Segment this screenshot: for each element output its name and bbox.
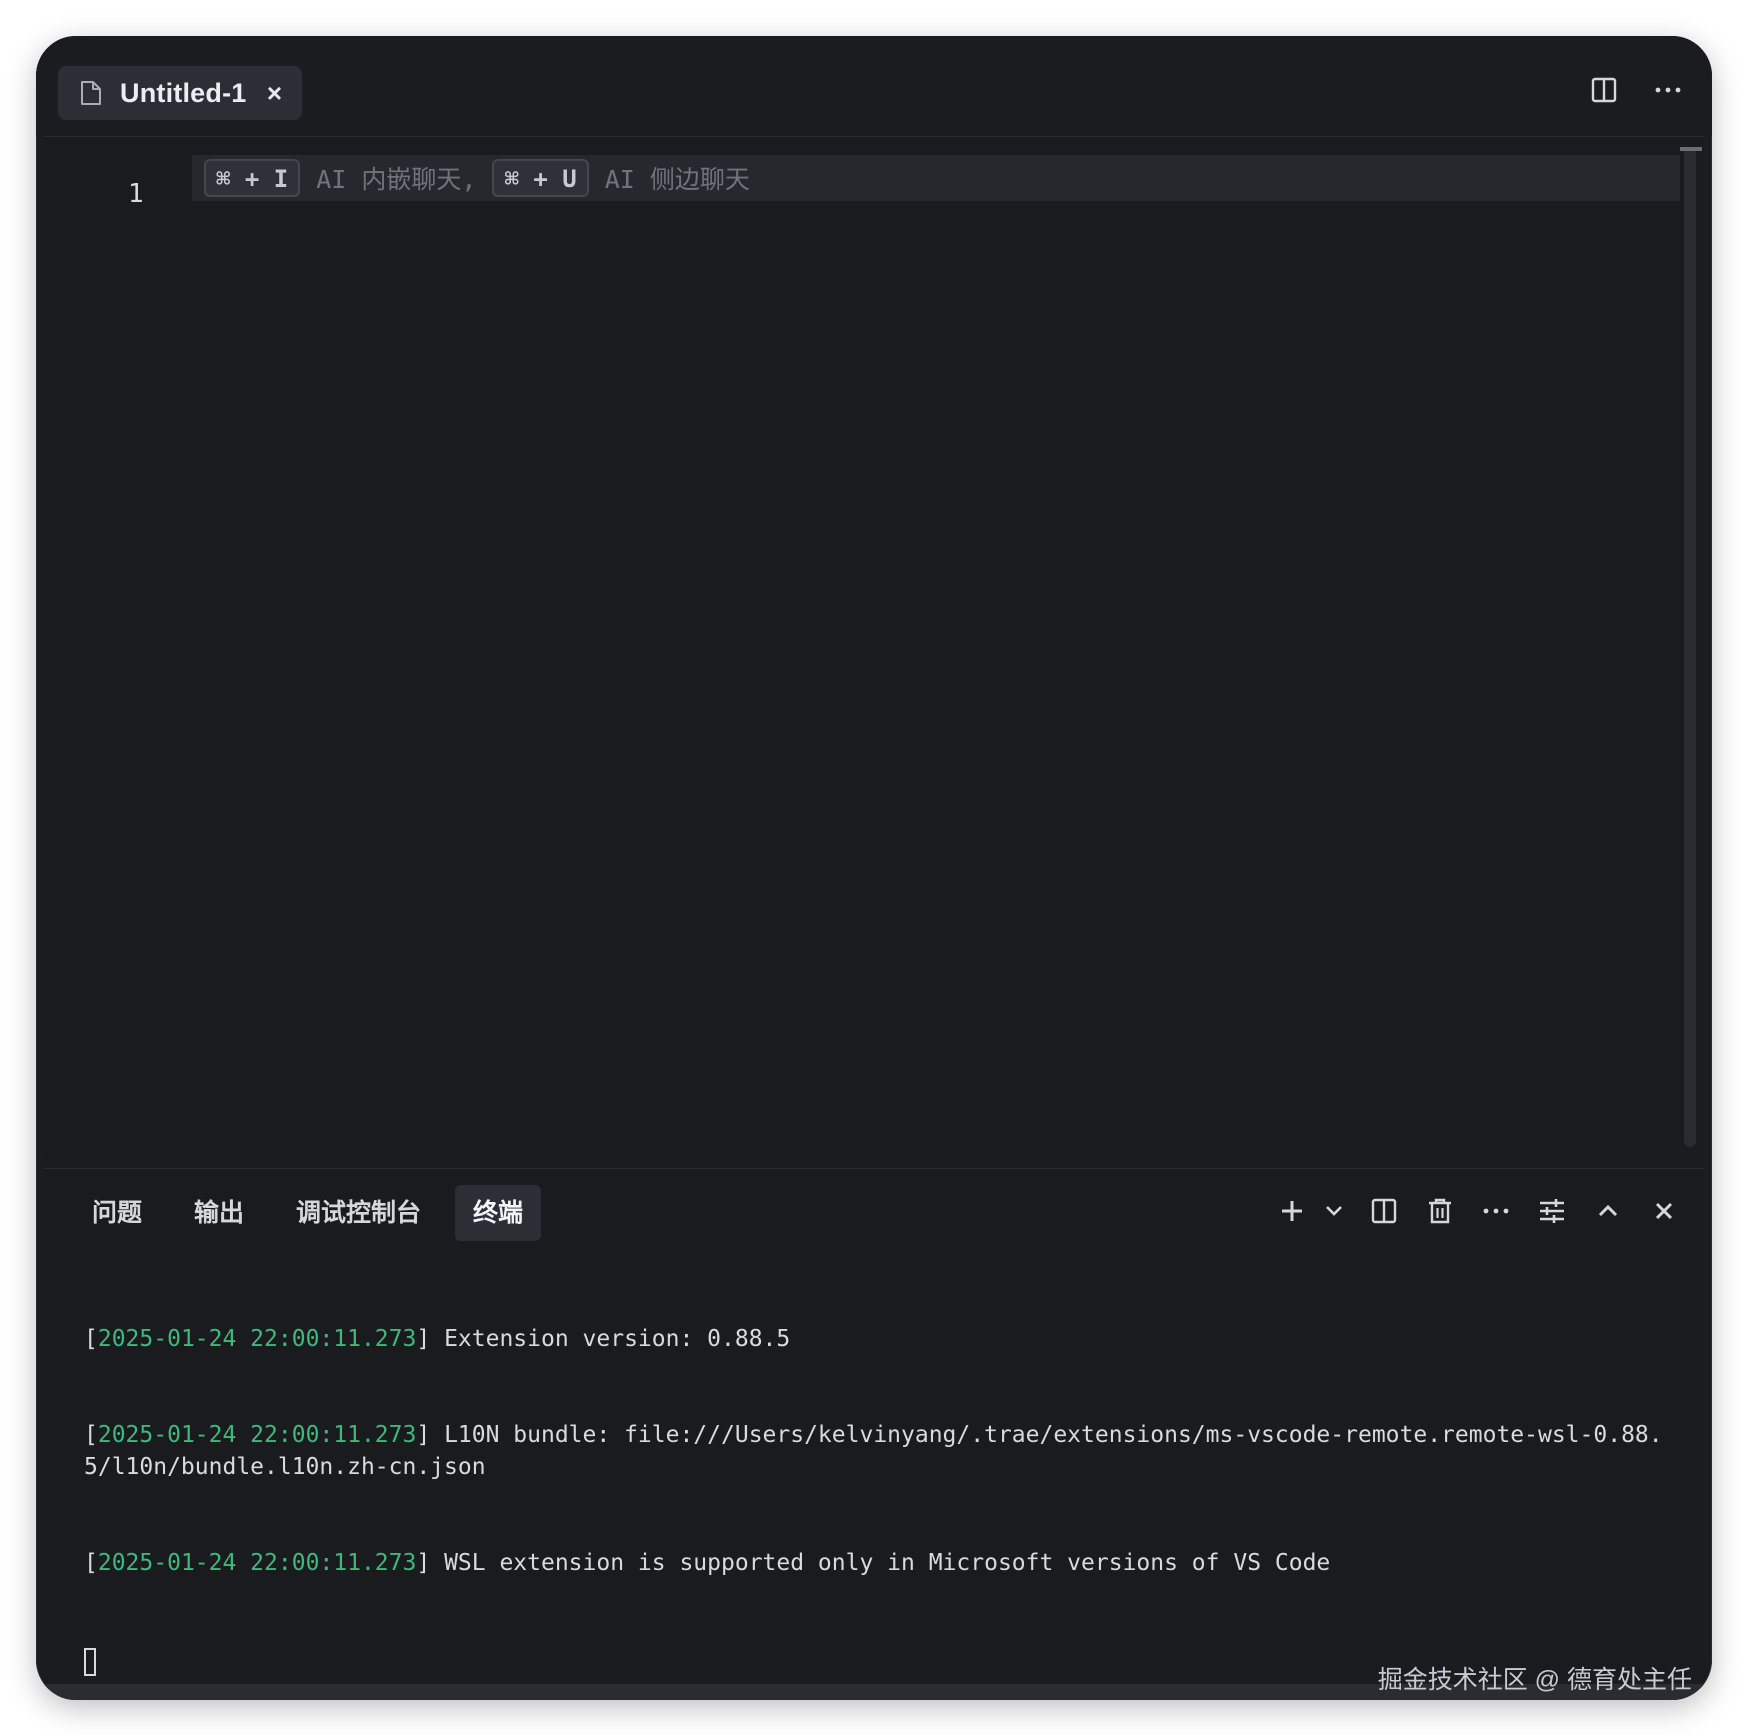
trash-icon[interactable] <box>1422 1193 1458 1229</box>
tab-debug-console[interactable]: 调试控制台 <box>278 1185 439 1241</box>
more-actions-icon[interactable] <box>1478 1193 1514 1229</box>
terminal-line: [2025-01-24 22:00:11.273] L10N bundle: f… <box>84 1422 1663 1480</box>
editor-scrollbar[interactable] <box>1684 147 1696 1147</box>
tab-problems[interactable]: 问题 <box>74 1185 160 1241</box>
terminal-cursor <box>84 1647 96 1676</box>
terminal-timestamp: 2025-01-24 22:00:11.273 <box>97 1326 417 1352</box>
bottom-panel: 问题 输出 调试控制台 终端 [2025-01-24 22:00:11.273]… <box>44 1168 1704 1676</box>
file-icon <box>80 80 102 106</box>
shortcut-key-side-chat: ⌘ + U <box>492 159 589 197</box>
chevron-up-icon[interactable] <box>1590 1193 1626 1229</box>
tab-bar: Untitled-1 × <box>36 36 1712 136</box>
shortcut-key-inline-chat: ⌘ + I <box>204 159 301 197</box>
settings-sliders-icon[interactable] <box>1534 1193 1570 1229</box>
tab-terminal[interactable]: 终端 <box>455 1185 542 1241</box>
terminal-line: [2025-01-24 22:00:11.273] WSL extension … <box>84 1550 1331 1576</box>
code-editor[interactable]: 1 ⌘ + I AI 内嵌聊天, ⌘ + U AI 侧边聊天 <box>44 136 1704 1157</box>
terminal-line: [2025-01-24 22:00:11.273] Extension vers… <box>84 1326 791 1352</box>
scrollbar-indicator <box>1680 147 1702 151</box>
editor-actions <box>1586 72 1686 108</box>
new-terminal-plus-icon[interactable] <box>1274 1193 1310 1229</box>
panel-actions <box>1274 1193 1682 1229</box>
hint-inline-chat: AI 内嵌聊天, <box>316 165 477 194</box>
ai-shortcut-hint: ⌘ + I AI 内嵌聊天, ⌘ + U AI 侧边聊天 <box>204 157 766 199</box>
split-terminal-icon[interactable] <box>1366 1193 1402 1229</box>
editor-window: Untitled-1 × 1 ⌘ + I AI 内嵌聊天, ⌘ + U AI 侧… <box>36 36 1712 1700</box>
hint-side-chat: AI 侧边聊天 <box>604 165 750 194</box>
panel-tabs: 问题 输出 调试控制台 终端 <box>74 1185 542 1241</box>
close-panel-icon[interactable] <box>1646 1193 1682 1229</box>
line-number: 1 <box>128 179 144 209</box>
terminal-timestamp: 2025-01-24 22:00:11.273 <box>97 1550 417 1576</box>
more-actions-icon[interactable] <box>1650 72 1686 108</box>
tab-output[interactable]: 输出 <box>176 1185 262 1241</box>
terminal-message: Extension version: 0.88.5 <box>444 1326 791 1352</box>
chevron-down-icon[interactable] <box>1322 1193 1346 1229</box>
tab-untitled-1[interactable]: Untitled-1 × <box>58 66 302 120</box>
terminal-timestamp: 2025-01-24 22:00:11.273 <box>97 1422 417 1448</box>
split-editor-icon[interactable] <box>1586 72 1622 108</box>
tab-close-button[interactable]: × <box>267 78 282 109</box>
watermark: 掘金技术社区 @ 德育处主任 <box>1377 1666 1692 1694</box>
tab-label: Untitled-1 <box>120 77 247 108</box>
terminal-message: WSL extension is supported only in Micro… <box>444 1550 1331 1576</box>
terminal-output[interactable]: [2025-01-24 22:00:11.273] Extension vers… <box>84 1259 1674 1700</box>
